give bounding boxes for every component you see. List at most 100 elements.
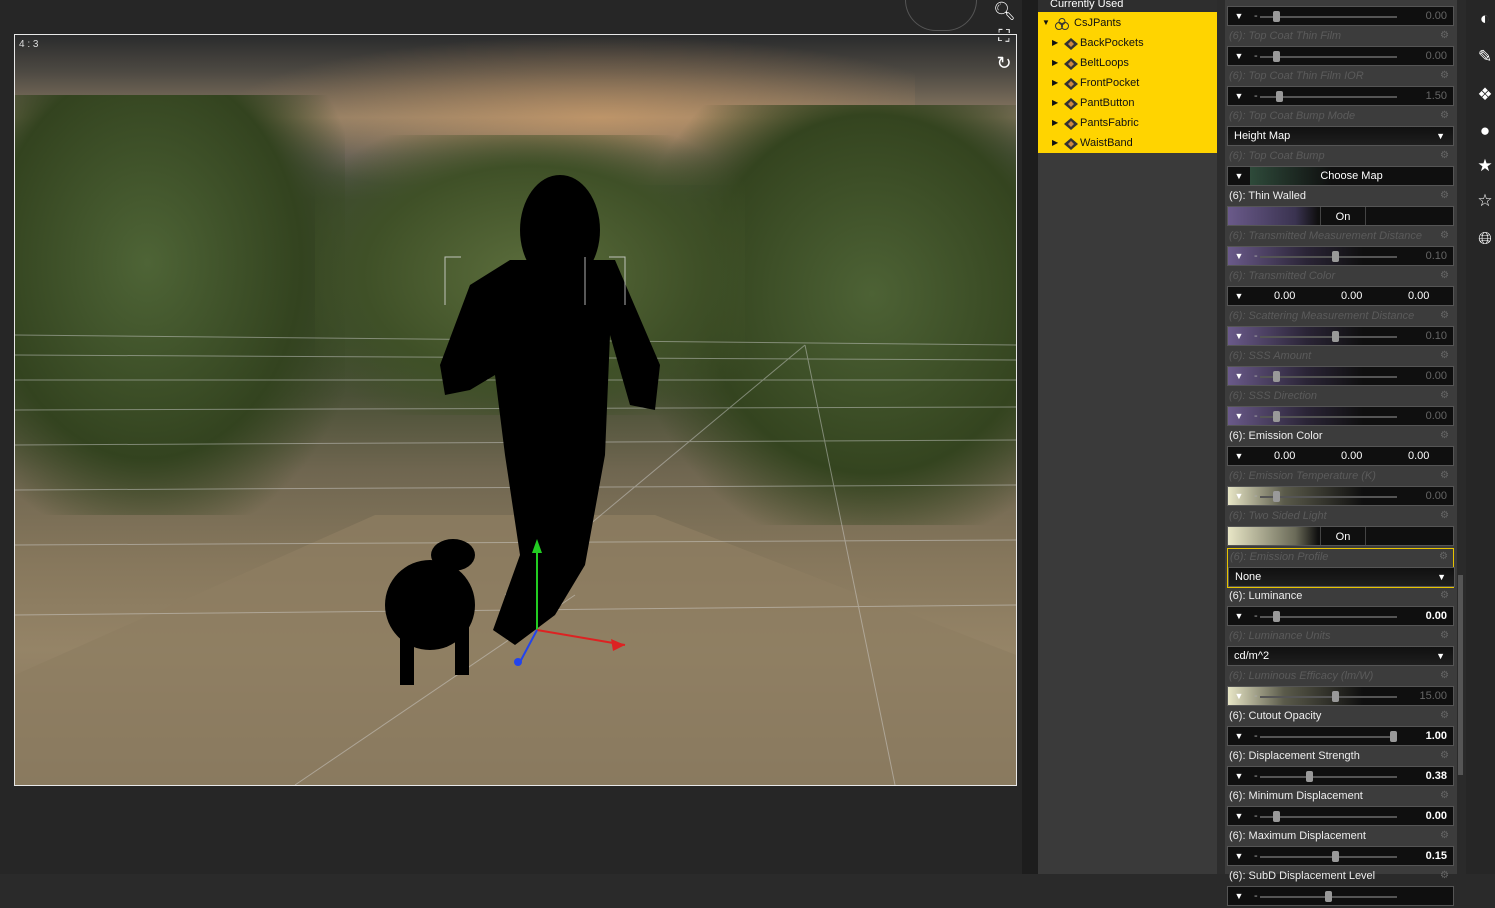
toggle-on-button[interactable]: On [1320, 207, 1366, 225]
gear-icon[interactable]: ⚙ [1440, 511, 1450, 521]
collapsed-arrow-icon[interactable]: ▶ [1052, 113, 1062, 133]
dropdown-arrow-icon[interactable]: ▼ [1228, 247, 1250, 265]
property-toggle[interactable]: On [1227, 206, 1454, 226]
property-value[interactable]: 1.00 [1426, 727, 1447, 745]
gear-icon[interactable]: ⚙ [1440, 351, 1450, 361]
dropdown-arrow-icon[interactable]: ▼ [1228, 487, 1250, 505]
property-toggle[interactable]: On [1227, 526, 1454, 546]
tree-item-frontpocket[interactable]: ▶ FrontPocket [1052, 73, 1212, 93]
decrement-icon[interactable]: - [1254, 87, 1258, 105]
slider-knob[interactable] [1273, 411, 1280, 422]
render-frame[interactable]: 4 : 3 [14, 34, 1017, 786]
slider-knob[interactable] [1273, 51, 1280, 62]
property-slider[interactable]: ▼ - 0.00 [1227, 46, 1454, 66]
property-value[interactable]: 0.00 [1426, 487, 1447, 505]
decrement-icon[interactable]: - [1254, 7, 1258, 25]
gear-icon[interactable]: ⚙ [1440, 0, 1450, 1]
slider-track[interactable] [1260, 776, 1397, 778]
property-value[interactable]: 0.00 [1426, 607, 1447, 625]
sphere-icon[interactable]: ◐ [1474, 8, 1495, 30]
collapsed-arrow-icon[interactable]: ▶ [1052, 53, 1062, 73]
gear-icon[interactable]: ⚙ [1440, 151, 1450, 161]
color-channel-value[interactable]: 0.00 [1341, 287, 1362, 305]
slider-track[interactable] [1260, 696, 1397, 698]
slider-knob[interactable] [1273, 11, 1280, 22]
property-value[interactable]: 0.10 [1426, 327, 1447, 345]
dropdown-arrow-icon[interactable]: ▼ [1228, 407, 1250, 425]
property-slider[interactable]: ▼ - 0.00 [1227, 606, 1454, 626]
tree-item-waistband[interactable]: ▶ WaistBand [1052, 133, 1212, 153]
gear-icon[interactable]: ⚙ [1440, 751, 1450, 761]
decrement-icon[interactable]: - [1254, 607, 1258, 625]
property-slider[interactable]: ▼ - 0.15 [1227, 846, 1454, 866]
slider-knob[interactable] [1273, 371, 1280, 382]
property-value[interactable]: 0.00 [1426, 47, 1447, 65]
color-channel-value[interactable]: 0.00 [1274, 287, 1295, 305]
slider-knob[interactable] [1390, 731, 1397, 742]
dropdown-arrow-icon[interactable]: ▼ [1228, 447, 1250, 465]
property-value[interactable]: 0.00 [1426, 367, 1447, 385]
slider-track[interactable] [1260, 56, 1397, 58]
decrement-icon[interactable]: - [1254, 847, 1258, 865]
decrement-icon[interactable]: - [1254, 807, 1258, 825]
gear-icon[interactable]: ⚙ [1440, 231, 1450, 241]
property-slider[interactable]: ▼ - 1.00 [1227, 726, 1454, 746]
dropdown-arrow-icon[interactable]: ▼ [1228, 687, 1250, 705]
slider-track[interactable] [1260, 336, 1397, 338]
gear-icon[interactable]: ⚙ [1440, 311, 1450, 321]
slider-knob[interactable] [1331, 691, 1339, 702]
tree-item-pantbutton[interactable]: ▶ PantButton [1052, 93, 1212, 113]
slider-track[interactable] [1260, 616, 1397, 618]
dropdown-arrow-icon[interactable]: ▼ [1228, 287, 1250, 305]
gear-icon[interactable]: ⚙ [1440, 471, 1450, 481]
dropdown-arrow-icon[interactable]: ▼ [1228, 807, 1250, 825]
gear-icon[interactable]: ⚙ [1440, 31, 1450, 41]
figure-icon[interactable]: ● [1474, 120, 1495, 142]
dropdown-arrow-icon[interactable]: ▼ [1228, 167, 1250, 185]
property-value[interactable]: 0.15 [1426, 847, 1447, 865]
dropdown-arrow-icon[interactable]: ▼ [1228, 47, 1250, 65]
collapsed-arrow-icon[interactable]: ▶ [1052, 133, 1062, 153]
surface-tree[interactable]: ▼ CsJPants ▶ BackPockets ▶ BeltLoops ▶ F… [1038, 12, 1217, 153]
collapsed-arrow-icon[interactable]: ▶ [1052, 73, 1062, 93]
slider-knob[interactable] [1273, 611, 1280, 622]
gear-icon[interactable]: ⚙ [1440, 591, 1450, 601]
decrement-icon[interactable]: - [1254, 767, 1258, 785]
gear-icon[interactable]: ⚙ [1439, 552, 1449, 562]
slider-knob[interactable] [1305, 771, 1313, 782]
dropdown-arrow-icon[interactable]: ▼ [1228, 727, 1250, 745]
property-slider[interactable]: ▼ - 15.00 [1227, 686, 1454, 706]
collapsed-arrow-icon[interactable]: ▶ [1052, 33, 1062, 53]
property-value[interactable]: 0.10 [1426, 247, 1447, 265]
property-value[interactable]: 0.38 [1426, 767, 1447, 785]
decrement-icon[interactable]: - [1254, 327, 1258, 345]
slider-track[interactable] [1260, 856, 1397, 858]
dropdown-arrow-icon[interactable]: ▼ [1228, 367, 1250, 385]
color-channel-value[interactable]: 0.00 [1408, 287, 1429, 305]
property-select[interactable]: Height Map ▼ [1227, 126, 1454, 146]
shape-icon[interactable]: ☆ [1474, 190, 1495, 212]
slider-track[interactable] [1260, 376, 1397, 378]
select-box[interactable]: None ▼ [1229, 568, 1454, 586]
decrement-icon[interactable]: - [1254, 47, 1258, 65]
property-slider[interactable]: ▼ - 0.38 [1227, 766, 1454, 786]
slider-knob[interactable] [1331, 331, 1339, 342]
property-value[interactable]: 0.00 [1426, 7, 1447, 25]
dropdown-arrow-icon[interactable]: ▼ [1228, 767, 1250, 785]
color-channel-value[interactable]: 0.00 [1274, 447, 1295, 465]
select-box[interactable]: Height Map ▼ [1228, 127, 1453, 145]
decrement-icon[interactable]: - [1254, 487, 1258, 505]
collapsed-arrow-icon[interactable]: ▶ [1052, 93, 1062, 113]
select-box[interactable]: cd/m^2 ▼ [1228, 647, 1453, 665]
gear-icon[interactable]: ⚙ [1440, 191, 1450, 201]
gear-icon[interactable]: ⚙ [1440, 111, 1450, 121]
gear-icon[interactable]: ⚙ [1440, 631, 1450, 641]
scrollbar-thumb[interactable] [1458, 575, 1463, 775]
property-value[interactable]: 1.50 [1426, 87, 1447, 105]
slider-track[interactable] [1260, 16, 1397, 18]
decrement-icon[interactable]: - [1254, 407, 1258, 425]
property-value[interactable]: 0.00 [1426, 407, 1447, 425]
slider-knob[interactable] [1325, 891, 1332, 902]
color-channel-value[interactable]: 0.00 [1408, 447, 1429, 465]
orbit-icon[interactable]: ↻ [993, 52, 1015, 74]
